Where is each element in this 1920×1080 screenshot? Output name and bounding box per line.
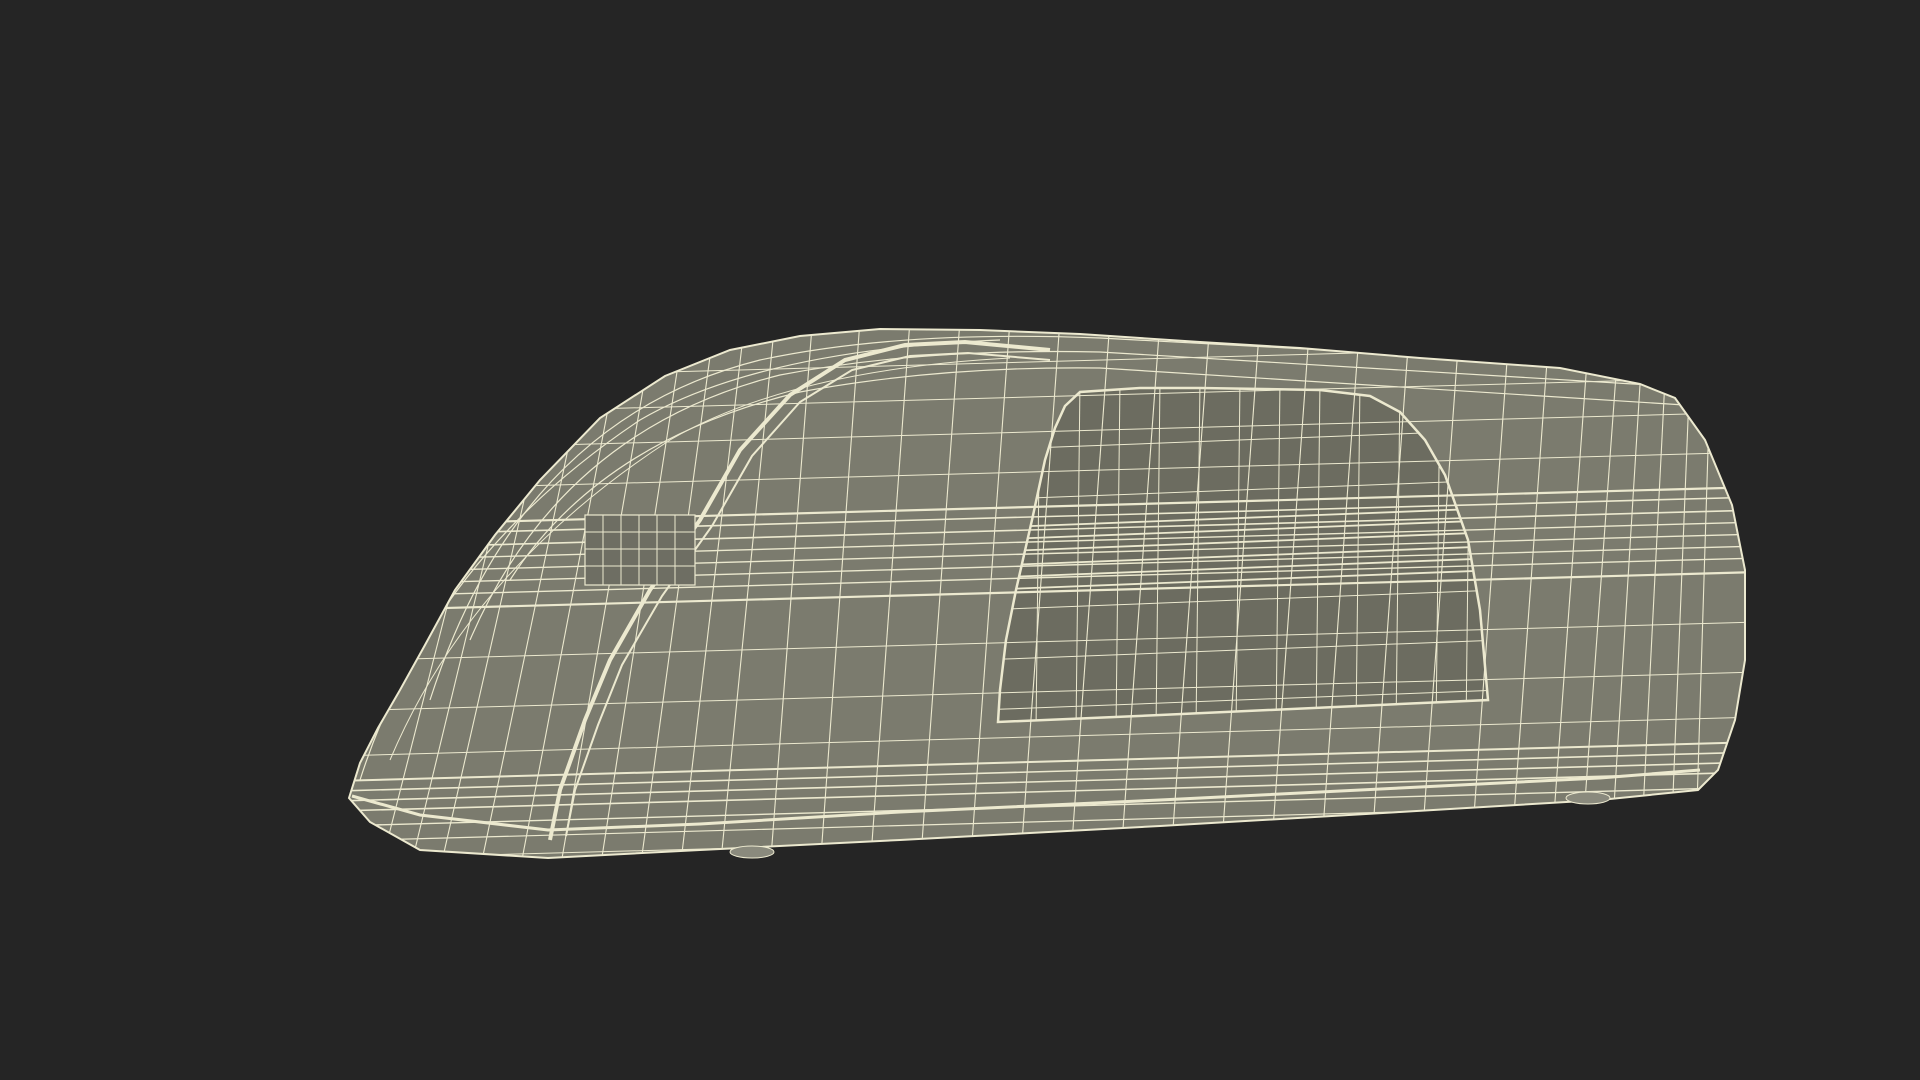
- wireframe-model: [347, 327, 1746, 860]
- front-vent-grid: [584, 514, 696, 586]
- viewport[interactable]: [0, 0, 1920, 1080]
- wheel-rear: [1565, 791, 1611, 805]
- wheel-front: [729, 845, 775, 859]
